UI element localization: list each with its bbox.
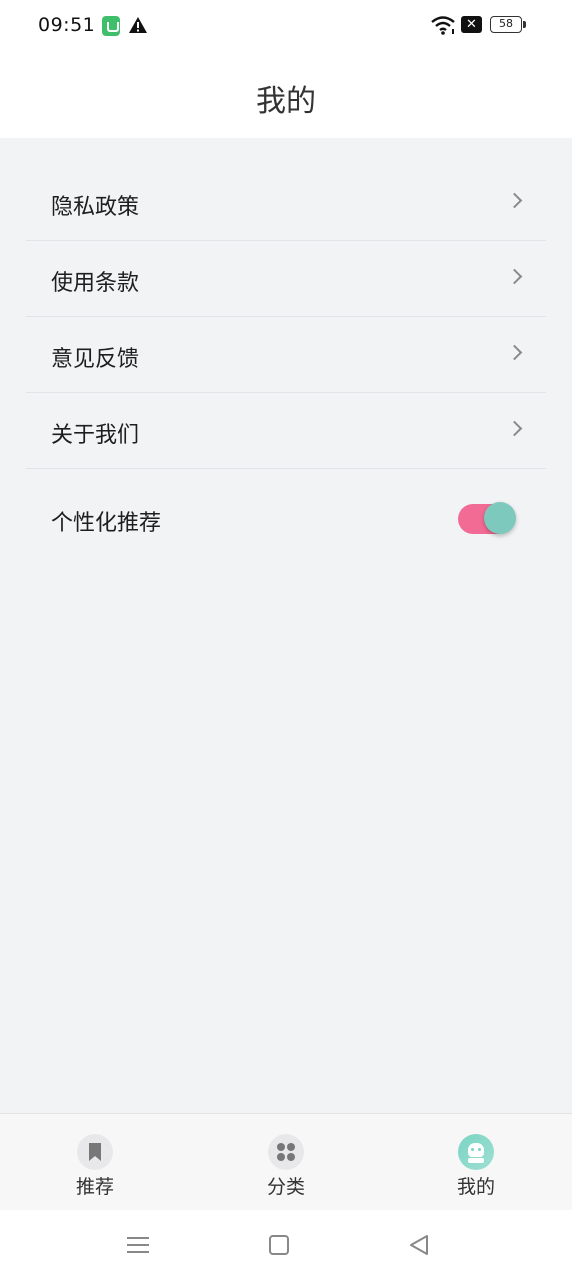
- menu-item-privacy-policy[interactable]: 隐私政策: [26, 165, 546, 241]
- chevron-right-icon: [506, 192, 523, 209]
- header: 我的: [0, 52, 572, 138]
- back-icon[interactable]: [408, 1234, 430, 1256]
- bottom-tab-bar: 推荐 分类 我的: [0, 1113, 572, 1210]
- tab-label: 我的: [456, 1176, 495, 1198]
- menu-item-feedback[interactable]: 意见反馈: [26, 317, 546, 393]
- wifi-icon: [431, 16, 455, 35]
- tab-category[interactable]: 分类: [226, 1114, 346, 1211]
- menu-item-label: 使用条款: [51, 271, 140, 296]
- tab-recommend[interactable]: 推荐: [35, 1114, 155, 1211]
- bookmark-icon: [77, 1134, 113, 1170]
- settings-menu: 隐私政策 使用条款 意见反馈 关于我们 个性化推荐: [26, 165, 546, 569]
- tab-label: 分类: [266, 1176, 305, 1198]
- personalized-recommendation-toggle[interactable]: [458, 502, 516, 534]
- tab-label: 推荐: [75, 1176, 114, 1198]
- screen: 09:51 ✕ 58 我的 隐私政策 使用条款 意见反馈 关于我们 个性化推荐 …: [0, 0, 572, 1280]
- app-notification-icon: [102, 16, 120, 36]
- system-nav-bar: [0, 1210, 572, 1280]
- menu-item-label: 意见反馈: [51, 347, 140, 372]
- status-time: 09:51: [38, 14, 96, 36]
- grid-dots-icon: [268, 1134, 304, 1170]
- menu-item-label: 个性化推荐: [51, 511, 162, 536]
- chevron-right-icon: [506, 344, 523, 361]
- no-sim-icon: ✕: [461, 16, 482, 33]
- warning-icon: [129, 17, 147, 33]
- status-bar: 09:51 ✕ 58: [0, 0, 572, 52]
- menu-item-label: 隐私政策: [51, 195, 140, 220]
- toggle-knob: [484, 502, 516, 534]
- menu-item-about-us[interactable]: 关于我们: [26, 393, 546, 469]
- chevron-right-icon: [506, 420, 523, 437]
- tab-mine[interactable]: 我的: [416, 1114, 536, 1211]
- battery-icon: 58: [490, 16, 526, 33]
- recent-apps-icon[interactable]: [127, 1235, 149, 1255]
- home-icon[interactable]: [269, 1235, 289, 1255]
- page-title: 我的: [256, 84, 316, 119]
- menu-item-label: 关于我们: [51, 423, 140, 448]
- menu-item-personalized-recommendation: 个性化推荐: [26, 469, 546, 569]
- chevron-right-icon: [506, 268, 523, 285]
- robot-avatar-icon: [458, 1134, 494, 1170]
- menu-item-terms-of-use[interactable]: 使用条款: [26, 241, 546, 317]
